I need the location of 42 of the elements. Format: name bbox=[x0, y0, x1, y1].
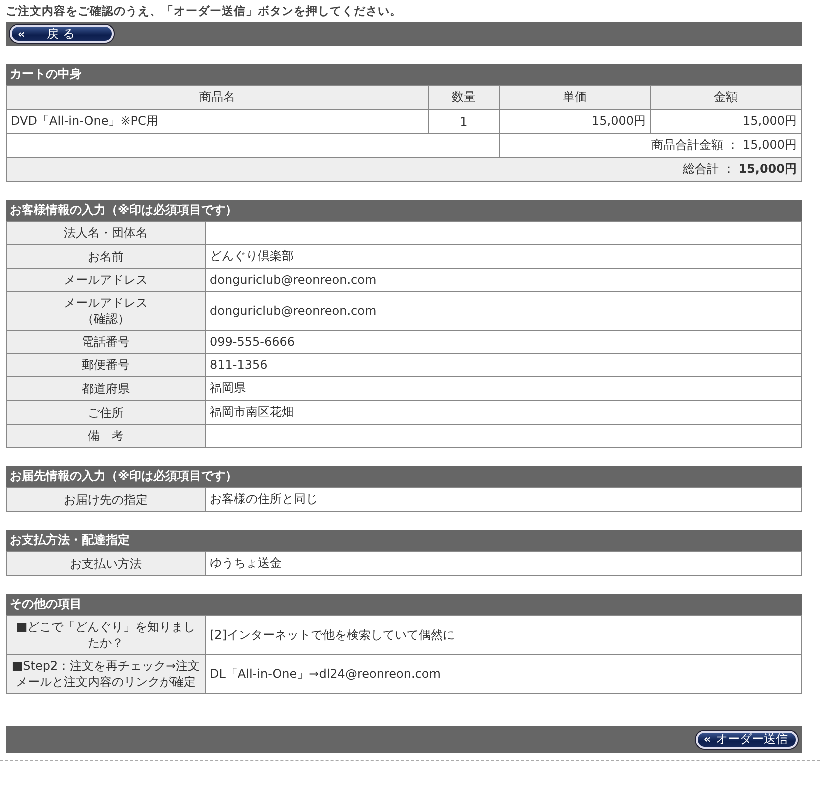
instruction-text: ご注文内容をご確認のうえ、「オーダー送信」ボタンを押してください。 bbox=[6, 4, 403, 20]
section-header: お支払方法・配達指定 bbox=[6, 530, 802, 551]
field-value: ゆうちょ送金 bbox=[206, 552, 802, 576]
total-text: 総合計 ： 15,000円 bbox=[6, 158, 802, 182]
section-header: カートの中身 bbox=[6, 64, 802, 85]
field-label: お名前 bbox=[6, 244, 206, 268]
table-cell: DVD「All-in-One」※PC用 bbox=[6, 110, 428, 134]
column-header: 数量 bbox=[428, 86, 500, 110]
field-value: お客様の住所と同じ bbox=[206, 488, 802, 512]
submit-button[interactable]: « オーダー送信 bbox=[696, 730, 798, 748]
column-header: 金額 bbox=[650, 86, 802, 110]
field-label: メールアドレス bbox=[64, 296, 148, 310]
table-cell: 1 bbox=[428, 110, 500, 134]
section-header: お届先情報の入力（※印は必須項目です） bbox=[6, 466, 802, 487]
table-cell: 15,000円 bbox=[650, 110, 802, 134]
table-cell: 15,000円 bbox=[500, 110, 650, 134]
field-label: ご住所 bbox=[6, 400, 206, 424]
back-button[interactable]: « 戻 る bbox=[10, 25, 114, 43]
field-label: メールアドレス bbox=[6, 268, 206, 292]
field-label: 備 考 bbox=[6, 424, 206, 448]
field-value: 福岡市南区花畑 bbox=[206, 400, 802, 424]
field-value: 811-1356 bbox=[206, 354, 802, 376]
field-value: [2]インターネットで他を検索していて偶然に bbox=[206, 616, 802, 654]
field-value: donguriclub@reonreon.com bbox=[206, 268, 802, 292]
field-label: 法人名・団体名 bbox=[6, 222, 206, 244]
field-label: お届け先の指定 bbox=[6, 488, 206, 512]
section-header: その他の項目 bbox=[6, 594, 802, 615]
field-value: 099-555-6666 bbox=[206, 330, 802, 354]
field-value: donguriclub@reonreon.com bbox=[206, 292, 802, 330]
field-label: ■どこで「どんぐり」を知りましたか？ bbox=[6, 616, 206, 654]
field-label: 電話番号 bbox=[6, 330, 206, 354]
field-label: （確認） bbox=[82, 312, 130, 326]
field-value: どんぐり倶楽部 bbox=[206, 244, 802, 268]
column-header: 商品名 bbox=[6, 86, 428, 110]
column-header: 単価 bbox=[500, 86, 650, 110]
section-header: お客様情報の入力（※印は必須項目です） bbox=[6, 200, 802, 221]
field-value: DL「All-in-One」→dl24@reonreon.com bbox=[206, 654, 802, 694]
field-label: 都道府県 bbox=[6, 376, 206, 400]
field-value: 福岡県 bbox=[206, 376, 802, 400]
field-label: ■Step2：注文を再チェック→注文メールと注文内容のリンクが確定 bbox=[6, 654, 206, 694]
field-label: 郵便番号 bbox=[6, 354, 206, 376]
field-label: お支払い方法 bbox=[6, 552, 206, 576]
